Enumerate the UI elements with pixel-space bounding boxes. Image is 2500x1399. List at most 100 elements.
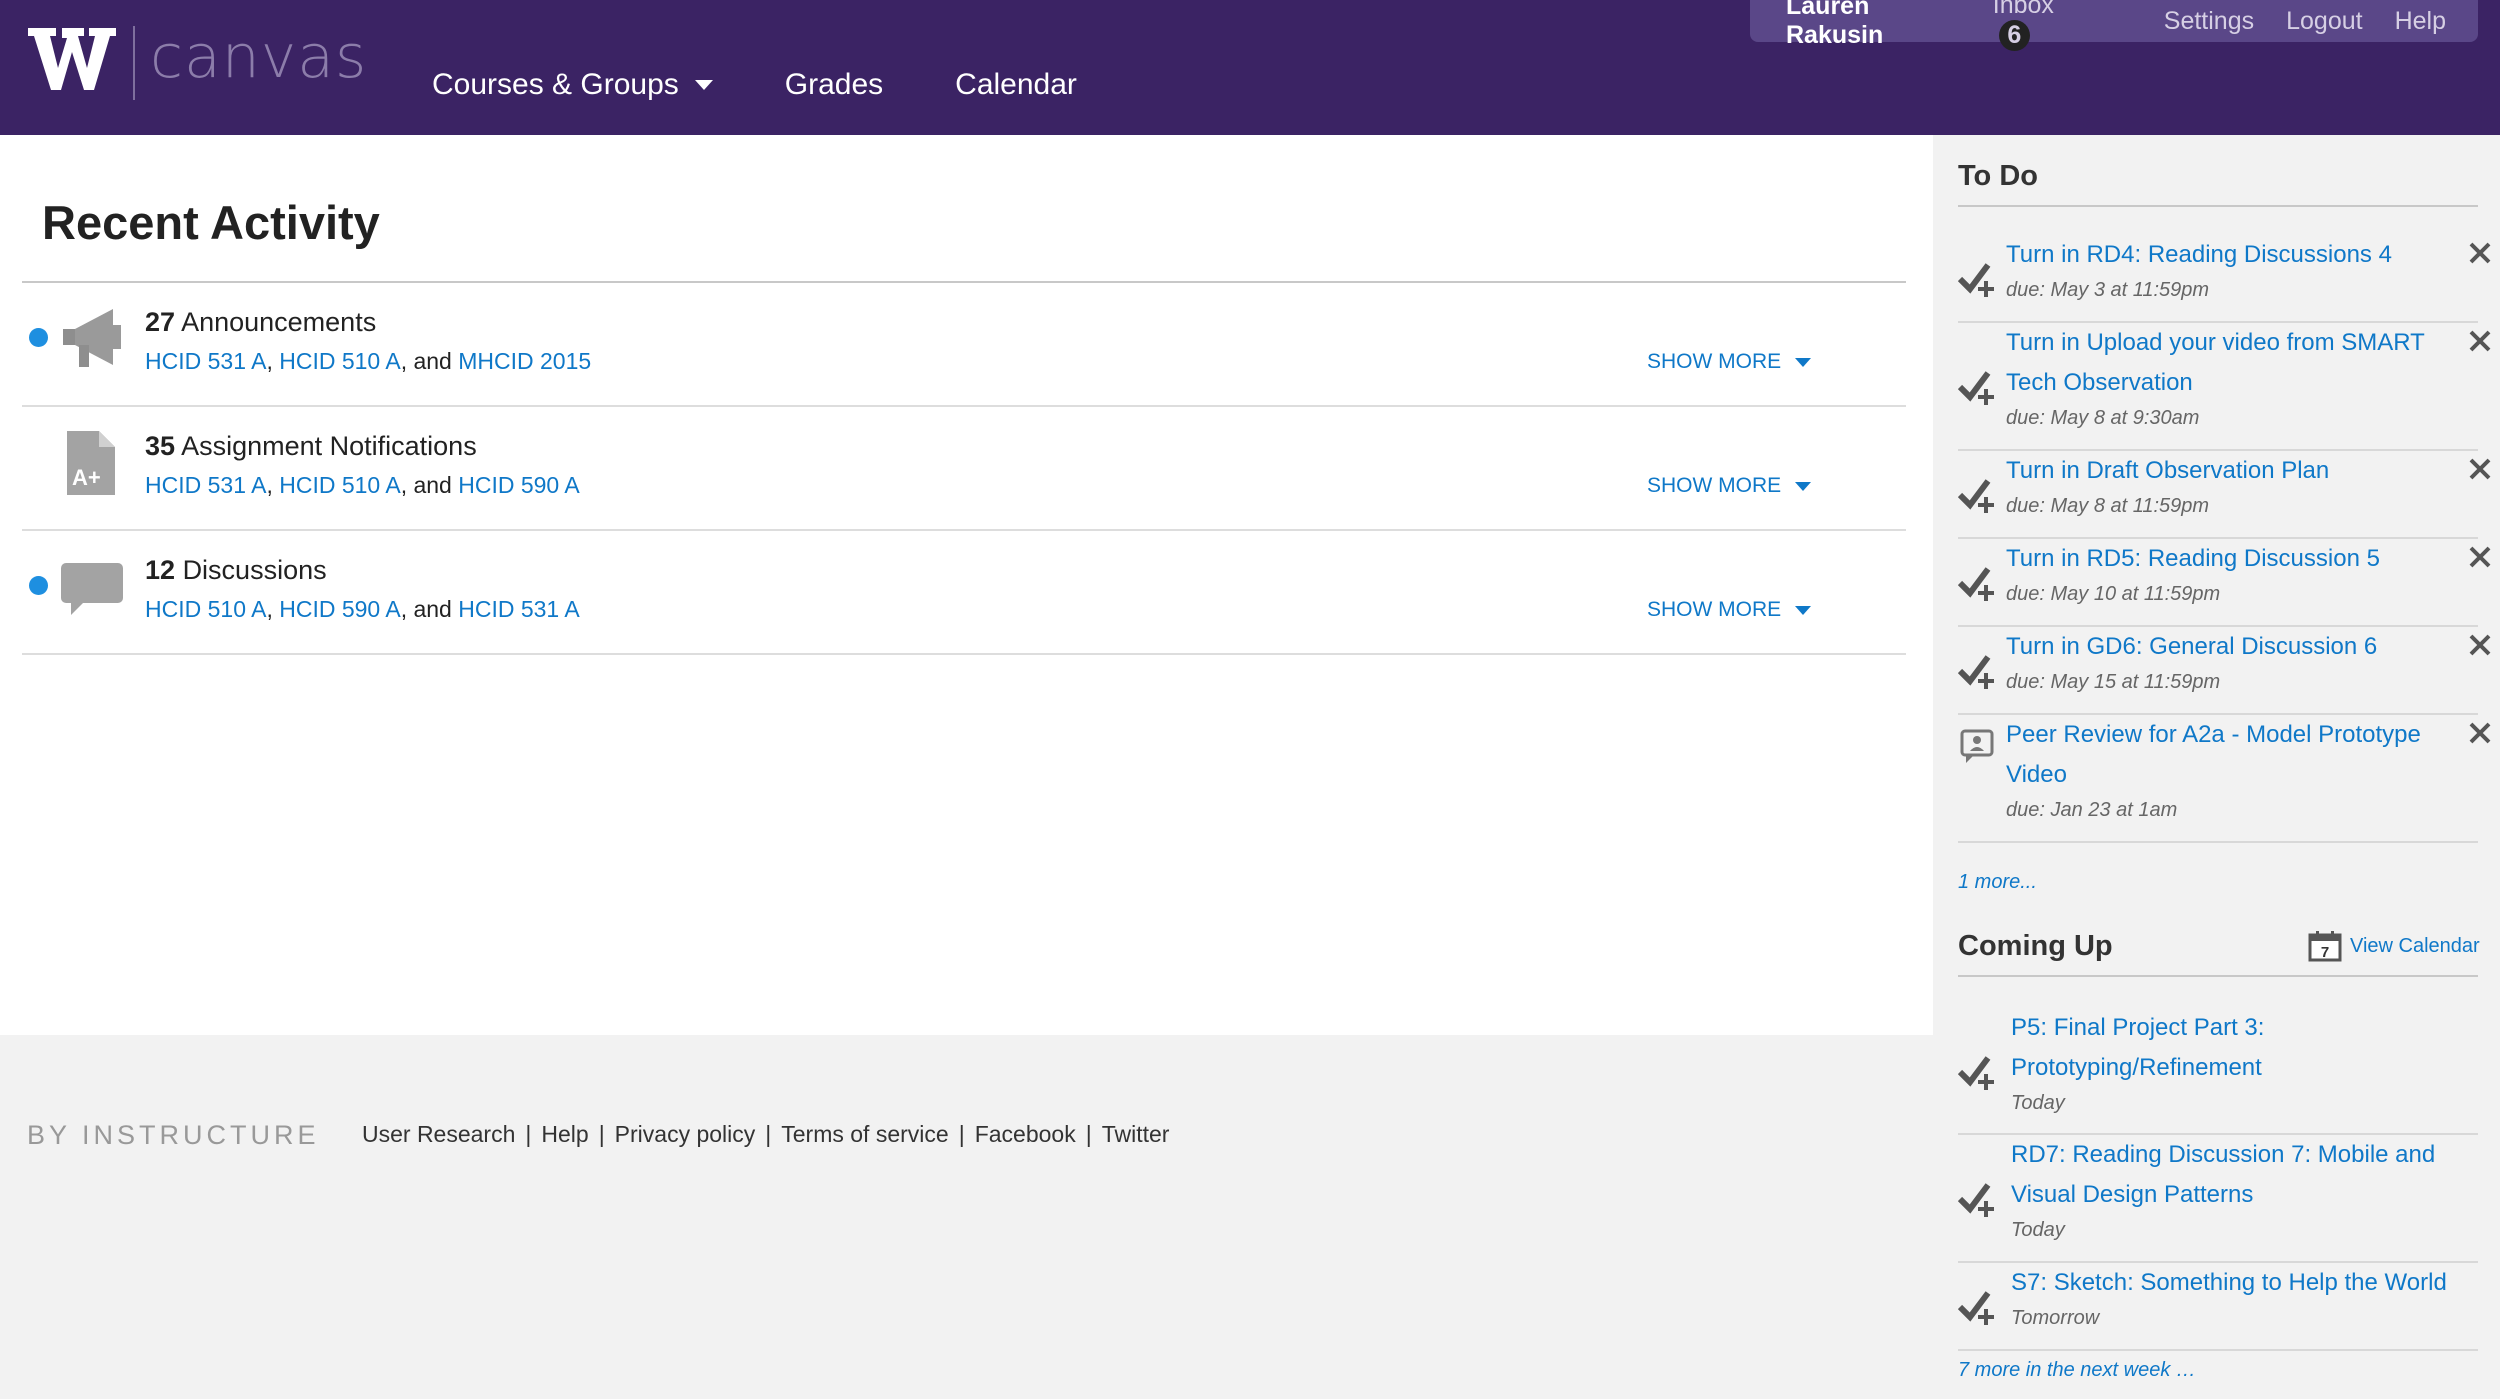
stream-item-discussions: 12 Discussions HCID 510 A, HCID 590 A, a…: [22, 531, 1906, 655]
course-link[interactable]: HCID 531 A: [458, 596, 579, 622]
nav-courses-groups[interactable]: Courses & Groups: [432, 68, 713, 102]
inbox-label: Inbox: [1992, 0, 2054, 19]
todo-title-link[interactable]: Turn in RD4: Reading Discussions 4: [2006, 235, 2426, 275]
peer-review-icon: [1960, 729, 1994, 763]
todo-title-link[interactable]: Turn in Upload your video from SMART Tec…: [2006, 323, 2426, 403]
stream-count: 12: [145, 555, 176, 585]
footer-link-privacy[interactable]: Privacy policy: [615, 1121, 756, 1148]
todo-title-link[interactable]: Peer Review for A2a - Model Prototype Vi…: [2006, 715, 2426, 795]
discussion-bubble-icon: [61, 563, 123, 615]
caret-down-icon: [1795, 357, 1812, 367]
show-more-label: SHOW MORE: [1647, 474, 1782, 497]
todo-item: Turn in GD6: General Discussion 6 due: M…: [1958, 627, 2491, 715]
coming-up-item: RD7: Reading Discussion 7: Mobile and Vi…: [1958, 1135, 2478, 1263]
todo-title-link[interactable]: Turn in Draft Observation Plan: [2006, 451, 2426, 491]
stream-item-announcements: 27 Announcements HCID 531 A, HCID 510 A,…: [22, 283, 1906, 407]
close-icon[interactable]: [2468, 329, 2492, 353]
nav-courses-groups-label: Courses & Groups: [432, 68, 679, 101]
footer-link-user-research[interactable]: User Research: [362, 1121, 515, 1148]
stream-label: Assignment Notifications: [181, 431, 477, 461]
caret-down-icon: [1795, 605, 1812, 615]
megaphone-icon: [63, 309, 121, 367]
footer-link-terms[interactable]: Terms of service: [781, 1121, 948, 1148]
todo-divider: [1958, 205, 2478, 207]
and-separator: , and: [400, 348, 452, 374]
footer-links: User Research | Help | Privacy policy | Ter…: [362, 1121, 1169, 1148]
settings-link[interactable]: Settings: [2164, 7, 2254, 36]
footer-separator: |: [958, 1121, 965, 1147]
checkmark-plus-icon: [1958, 1183, 1994, 1217]
global-header: canvas Courses & Groups Grades Calendar …: [0, 0, 2500, 135]
course-link[interactable]: HCID 531 A: [145, 348, 266, 374]
help-link[interactable]: Help: [2395, 7, 2446, 36]
todo-due-date: due: May 10 at 11:59pm: [2006, 583, 2221, 605]
page-title: Recent Activity: [42, 196, 380, 249]
show-more-button[interactable]: SHOW MORE: [1647, 598, 1812, 622]
close-icon[interactable]: [2468, 241, 2492, 265]
coming-up-title-link[interactable]: S7: Sketch: Something to Help the World: [2011, 1263, 2471, 1303]
calendar-icon: 7: [2308, 931, 2342, 962]
comma-separator: ,: [266, 472, 273, 498]
show-more-button[interactable]: SHOW MORE: [1647, 474, 1812, 498]
svg-text:A+: A+: [72, 465, 101, 490]
course-link[interactable]: HCID 510 A: [145, 596, 266, 622]
footer-separator: |: [525, 1121, 532, 1147]
footer-separator: |: [765, 1121, 772, 1147]
todo-item: Turn in Upload your video from SMART Tec…: [1958, 323, 2491, 451]
course-link[interactable]: HCID 590 A: [458, 472, 579, 498]
show-more-button[interactable]: SHOW MORE: [1647, 350, 1812, 374]
caret-down-icon: [1795, 481, 1812, 491]
nav-grades[interactable]: Grades: [785, 68, 883, 102]
inbox-count-badge: 6: [1998, 20, 2030, 51]
course-link[interactable]: HCID 531 A: [145, 472, 266, 498]
stream-count: 27: [145, 307, 176, 337]
and-separator: , and: [400, 596, 452, 622]
footer-link-help[interactable]: Help: [541, 1121, 588, 1148]
close-icon[interactable]: [2468, 457, 2492, 481]
instructure-logo[interactable]: BY INSTRUCTURE: [27, 1120, 320, 1151]
coming-up-title-link[interactable]: RD7: Reading Discussion 7: Mobile and Vi…: [2011, 1135, 2471, 1215]
course-link[interactable]: HCID 590 A: [279, 596, 400, 622]
comma-separator: ,: [266, 348, 273, 374]
stream-course-list: HCID 531 A, HCID 510 A, and MHCID 2015: [145, 348, 591, 375]
course-link[interactable]: HCID 510 A: [279, 348, 400, 374]
close-icon[interactable]: [2468, 545, 2492, 569]
todo-item: Peer Review for A2a - Model Prototype Vi…: [1958, 715, 2491, 843]
unread-indicator: [29, 576, 48, 595]
coming-up-more-link[interactable]: 7 more in the next week …: [1958, 1359, 2196, 1382]
coming-up-title-link[interactable]: P5: Final Project Part 3: Prototyping/Re…: [2011, 1008, 2311, 1088]
stream-heading: 27 Announcements: [145, 307, 376, 338]
todo-title-link[interactable]: Turn in RD5: Reading Discussion 5: [2006, 539, 2426, 579]
course-link[interactable]: HCID 510 A: [279, 472, 400, 498]
canvas-logo-text[interactable]: canvas: [150, 22, 367, 92]
stream-label: Announcements: [181, 307, 377, 337]
comma-separator: ,: [266, 596, 273, 622]
todo-more-link[interactable]: 1 more...: [1958, 871, 2037, 894]
todo-due-date: due: May 15 at 11:59pm: [2006, 671, 2221, 693]
view-calendar-label: View Calendar: [2350, 934, 2480, 957]
chevron-down-icon: [694, 80, 713, 90]
stream-course-list: HCID 531 A, HCID 510 A, and HCID 590 A: [145, 472, 580, 499]
course-link[interactable]: MHCID 2015: [458, 348, 591, 374]
user-menu-bar: Lauren Rakusin Inbox6 Settings Logout He…: [1750, 0, 2478, 51]
footer-separator: |: [1085, 1121, 1092, 1147]
nav-grades-label: Grades: [784, 68, 884, 101]
view-calendar-link[interactable]: 7 View Calendar: [2308, 930, 2480, 962]
logout-link[interactable]: Logout: [2286, 7, 2362, 36]
todo-item: Turn in Draft Observation Plan due: May …: [1958, 451, 2491, 539]
stream-label: Discussions: [182, 555, 327, 585]
inbox-link[interactable]: Inbox6: [1993, 0, 2132, 51]
checkmark-plus-icon: [1958, 567, 1994, 601]
footer-link-facebook[interactable]: Facebook: [975, 1121, 1076, 1148]
user-name-link[interactable]: Lauren Rakusin: [1786, 0, 1947, 50]
close-icon[interactable]: [2468, 721, 2492, 745]
footer-link-twitter[interactable]: Twitter: [1102, 1121, 1170, 1148]
uw-logo-icon[interactable]: [26, 24, 118, 94]
checkmark-plus-icon: [1958, 1291, 1994, 1325]
nav-calendar[interactable]: Calendar: [955, 68, 1077, 102]
close-icon[interactable]: [2468, 633, 2492, 657]
todo-due-date: due: May 3 at 11:59pm: [2006, 279, 2210, 301]
todo-title-link[interactable]: Turn in GD6: General Discussion 6: [2006, 627, 2426, 667]
todo-due-date: due: Jan 23 at 1am: [2006, 799, 2178, 821]
stream-count: 35: [145, 431, 176, 461]
